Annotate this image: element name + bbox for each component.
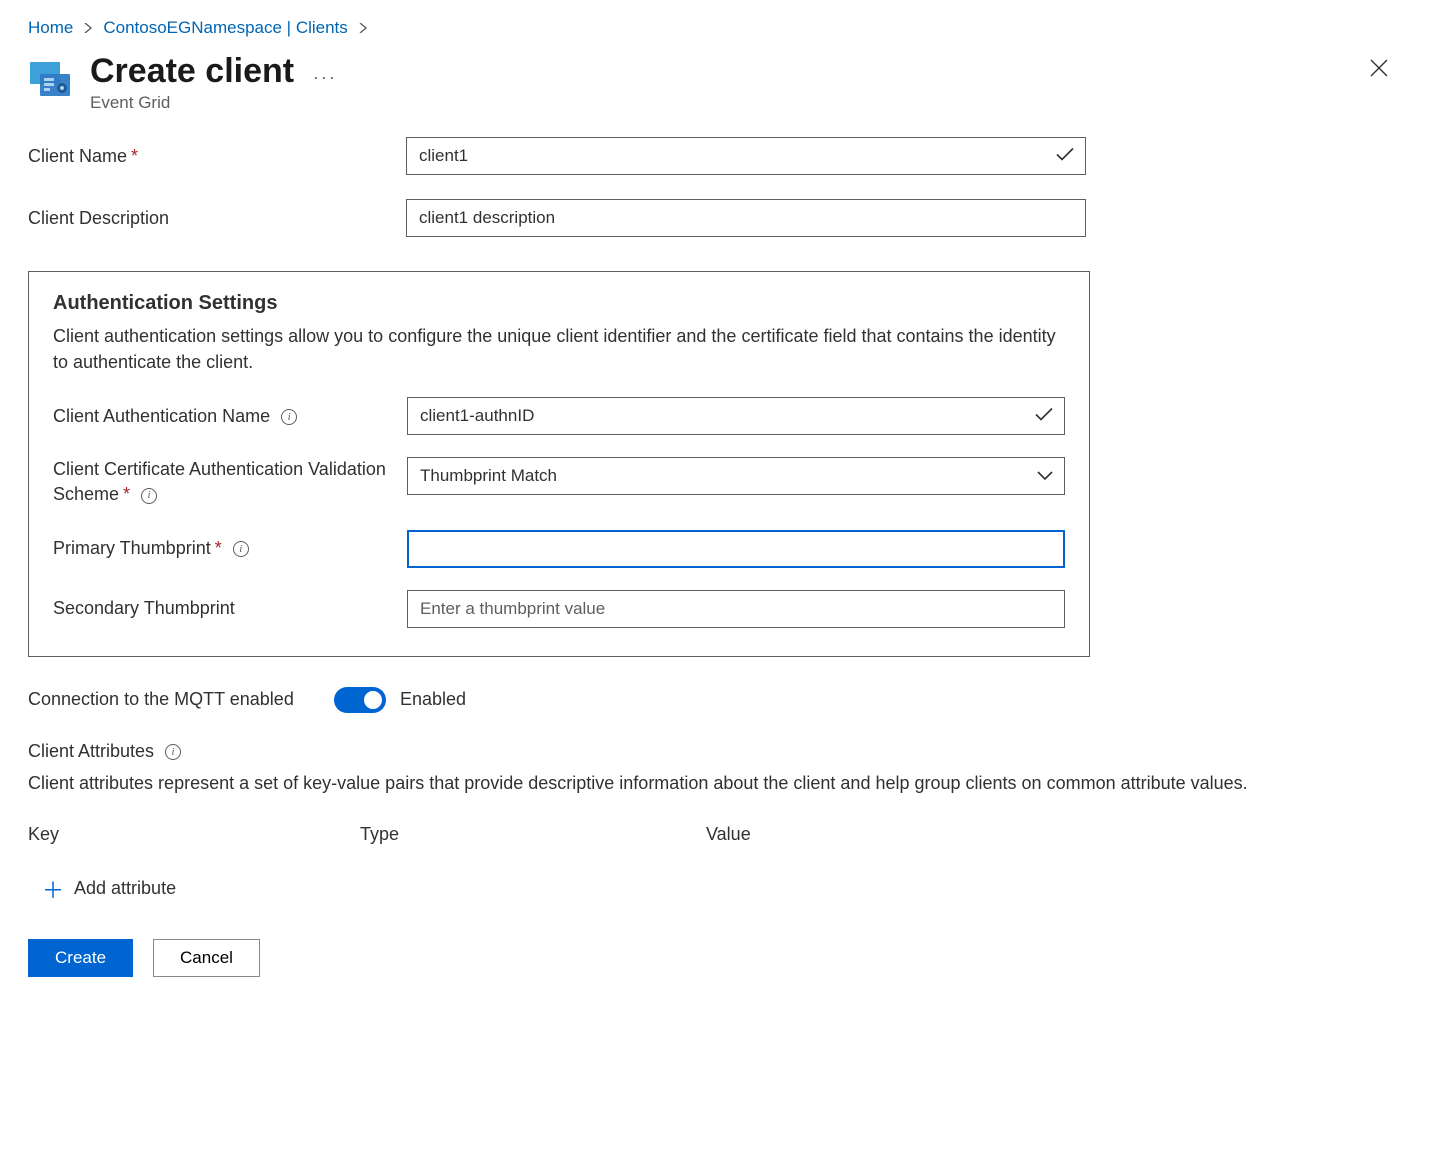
page-header: Create client ··· Event Grid	[28, 52, 1402, 113]
client-attributes-description: Client attributes represent a set of key…	[28, 770, 1402, 796]
validation-scheme-label: Client Certificate Authentication Valida…	[53, 457, 407, 507]
breadcrumb: Home ContosoEGNamespace | Clients	[28, 18, 1402, 38]
client-name-label: Client Name*	[28, 146, 406, 167]
auth-settings-title: Authentication Settings	[53, 292, 1065, 315]
breadcrumb-home[interactable]: Home	[28, 18, 73, 38]
chevron-right-icon	[83, 20, 93, 37]
attributes-columns: Key Type Value	[28, 824, 1090, 845]
auth-name-label: Client Authentication Name i	[53, 406, 407, 427]
chevron-right-icon	[358, 20, 368, 37]
info-icon[interactable]: i	[281, 409, 297, 425]
client-name-input[interactable]	[406, 137, 1086, 175]
auth-settings-description: Client authentication settings allow you…	[53, 323, 1065, 375]
secondary-thumbprint-row: Secondary Thumbprint	[53, 590, 1065, 628]
secondary-thumbprint-input[interactable]	[407, 590, 1065, 628]
checkmark-icon	[1056, 146, 1074, 167]
column-type: Type	[360, 824, 706, 845]
event-grid-icon	[28, 58, 74, 104]
footer-actions: Create Cancel	[28, 939, 1402, 977]
toggle-knob	[364, 691, 382, 709]
validation-scheme-select[interactable]	[407, 457, 1065, 495]
page-subtitle: Event Grid	[90, 93, 1350, 113]
mqtt-toggle-label: Connection to the MQTT enabled	[28, 689, 334, 710]
checkmark-icon	[1035, 406, 1053, 427]
client-description-label: Client Description	[28, 208, 406, 229]
authentication-settings-panel: Authentication Settings Client authentic…	[28, 271, 1090, 657]
add-attribute-button[interactable]: ＋ Add attribute	[28, 873, 1402, 905]
mqtt-toggle-state: Enabled	[400, 689, 466, 710]
info-icon[interactable]: i	[233, 541, 249, 557]
auth-name-row: Client Authentication Name i	[53, 397, 1065, 435]
add-attribute-label: Add attribute	[74, 878, 176, 899]
client-description-input[interactable]	[406, 199, 1086, 237]
client-attributes-title: Client Attributes i	[28, 741, 1402, 762]
column-key: Key	[28, 824, 360, 845]
client-description-row: Client Description	[28, 199, 1402, 237]
info-icon[interactable]: i	[141, 488, 157, 504]
auth-name-input[interactable]	[407, 397, 1065, 435]
client-attributes-section: Client Attributes i Client attributes re…	[28, 741, 1402, 905]
mqtt-toggle-row: Connection to the MQTT enabled Enabled	[28, 687, 1402, 713]
plus-icon: ＋	[42, 873, 64, 905]
validation-scheme-row: Client Certificate Authentication Valida…	[53, 457, 1065, 507]
breadcrumb-namespace-clients[interactable]: ContosoEGNamespace | Clients	[103, 18, 347, 38]
secondary-thumbprint-label: Secondary Thumbprint	[53, 598, 407, 619]
close-button[interactable]	[1366, 52, 1392, 88]
column-value: Value	[706, 824, 1090, 845]
more-menu-button[interactable]: ···	[313, 67, 337, 88]
create-button[interactable]: Create	[28, 939, 133, 977]
client-name-row: Client Name*	[28, 137, 1402, 175]
cancel-button[interactable]: Cancel	[153, 939, 260, 977]
mqtt-toggle[interactable]	[334, 687, 386, 713]
primary-thumbprint-row: Primary Thumbprint* i	[53, 530, 1065, 568]
primary-thumbprint-input[interactable]	[407, 530, 1065, 568]
primary-thumbprint-label: Primary Thumbprint* i	[53, 538, 407, 559]
page-title: Create client	[90, 52, 294, 91]
info-icon[interactable]: i	[165, 744, 181, 760]
